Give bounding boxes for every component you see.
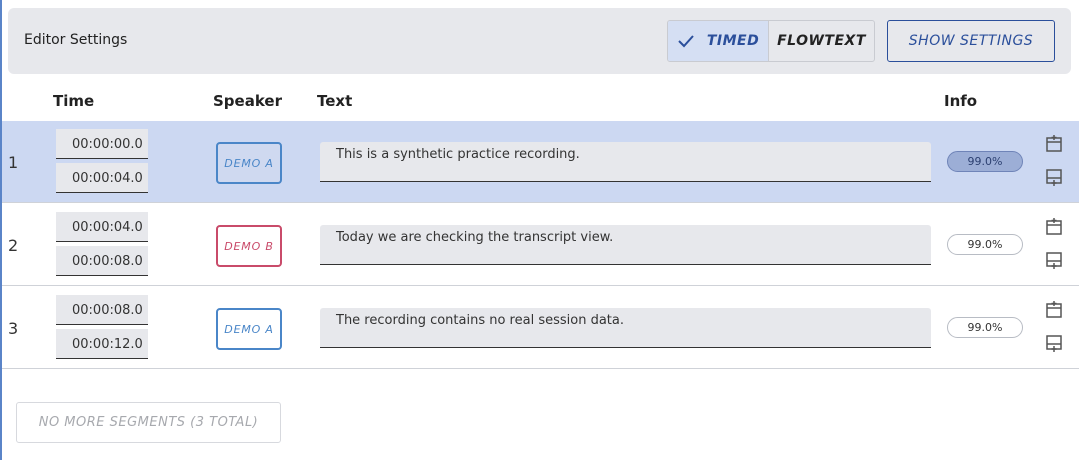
show-settings-button[interactable]: SHOW SETTINGS (887, 20, 1055, 62)
segment-start-time[interactable]: 00:00:04.0 (56, 212, 148, 242)
segment-row[interactable]: 1 00:00:00.0 00:00:04.0 DEMO A This is a… (2, 121, 1079, 203)
segment-number: 1 (8, 153, 19, 172)
segment-row[interactable]: 3 00:00:08.0 00:00:12.0 DEMO A The recor… (2, 287, 1079, 369)
segment-number: 2 (8, 236, 19, 255)
column-header-speaker: Speaker (213, 92, 282, 110)
speaker-tag[interactable]: DEMO A (216, 142, 282, 184)
check-icon (678, 35, 694, 48)
speaker-tag[interactable]: DEMO A (216, 308, 282, 350)
mode-timed-button[interactable]: TIMED (668, 21, 769, 61)
segment-number: 3 (8, 319, 19, 338)
mode-flowtext-label: FLOWTEXT (777, 33, 866, 49)
segment-row[interactable]: 2 00:00:04.0 00:00:08.0 DEMO B Today we … (2, 204, 1079, 286)
mode-flowtext-button[interactable]: FLOWTEXT (769, 21, 874, 61)
editor-mode-toggle: TIMED FLOWTEXT (667, 20, 875, 62)
no-more-segments-button: NO MORE SEGMENTS (3 TOTAL) (16, 402, 281, 443)
confidence-badge: 99.0% (947, 317, 1023, 338)
segment-end-time[interactable]: 00:00:08.0 (56, 246, 148, 276)
column-header-info: Info (944, 92, 978, 110)
insert-segment-above-icon[interactable] (1044, 300, 1064, 320)
insert-segment-below-icon[interactable] (1044, 333, 1064, 353)
segment-end-time[interactable]: 00:00:12.0 (56, 329, 148, 359)
insert-segment-above-icon[interactable] (1044, 134, 1064, 154)
mode-timed-label: TIMED (706, 33, 760, 49)
column-header-text: Text (317, 92, 353, 110)
speaker-tag[interactable]: DEMO B (216, 225, 282, 267)
segment-text-field[interactable]: Today we are checking the transcript vie… (320, 225, 931, 265)
segment-text-field[interactable]: This is a synthetic practice recording. (320, 142, 931, 182)
insert-segment-above-icon[interactable] (1044, 217, 1064, 237)
segment-start-time[interactable]: 00:00:08.0 (56, 295, 148, 325)
column-header-time: Time (53, 92, 95, 110)
insert-segment-below-icon[interactable] (1044, 167, 1064, 187)
segment-end-time[interactable]: 00:00:04.0 (56, 163, 148, 193)
segment-start-time[interactable]: 00:00:00.0 (56, 129, 148, 159)
editor-settings-title: Editor Settings (24, 32, 128, 48)
confidence-badge: 99.0% (947, 234, 1023, 255)
confidence-badge: 99.0% (947, 151, 1023, 172)
insert-segment-below-icon[interactable] (1044, 250, 1064, 270)
segment-text-field[interactable]: The recording contains no real session d… (320, 308, 931, 348)
editor-settings-bar: Editor Settings TIMED FLOWTEXT SHOW SETT… (8, 8, 1071, 74)
